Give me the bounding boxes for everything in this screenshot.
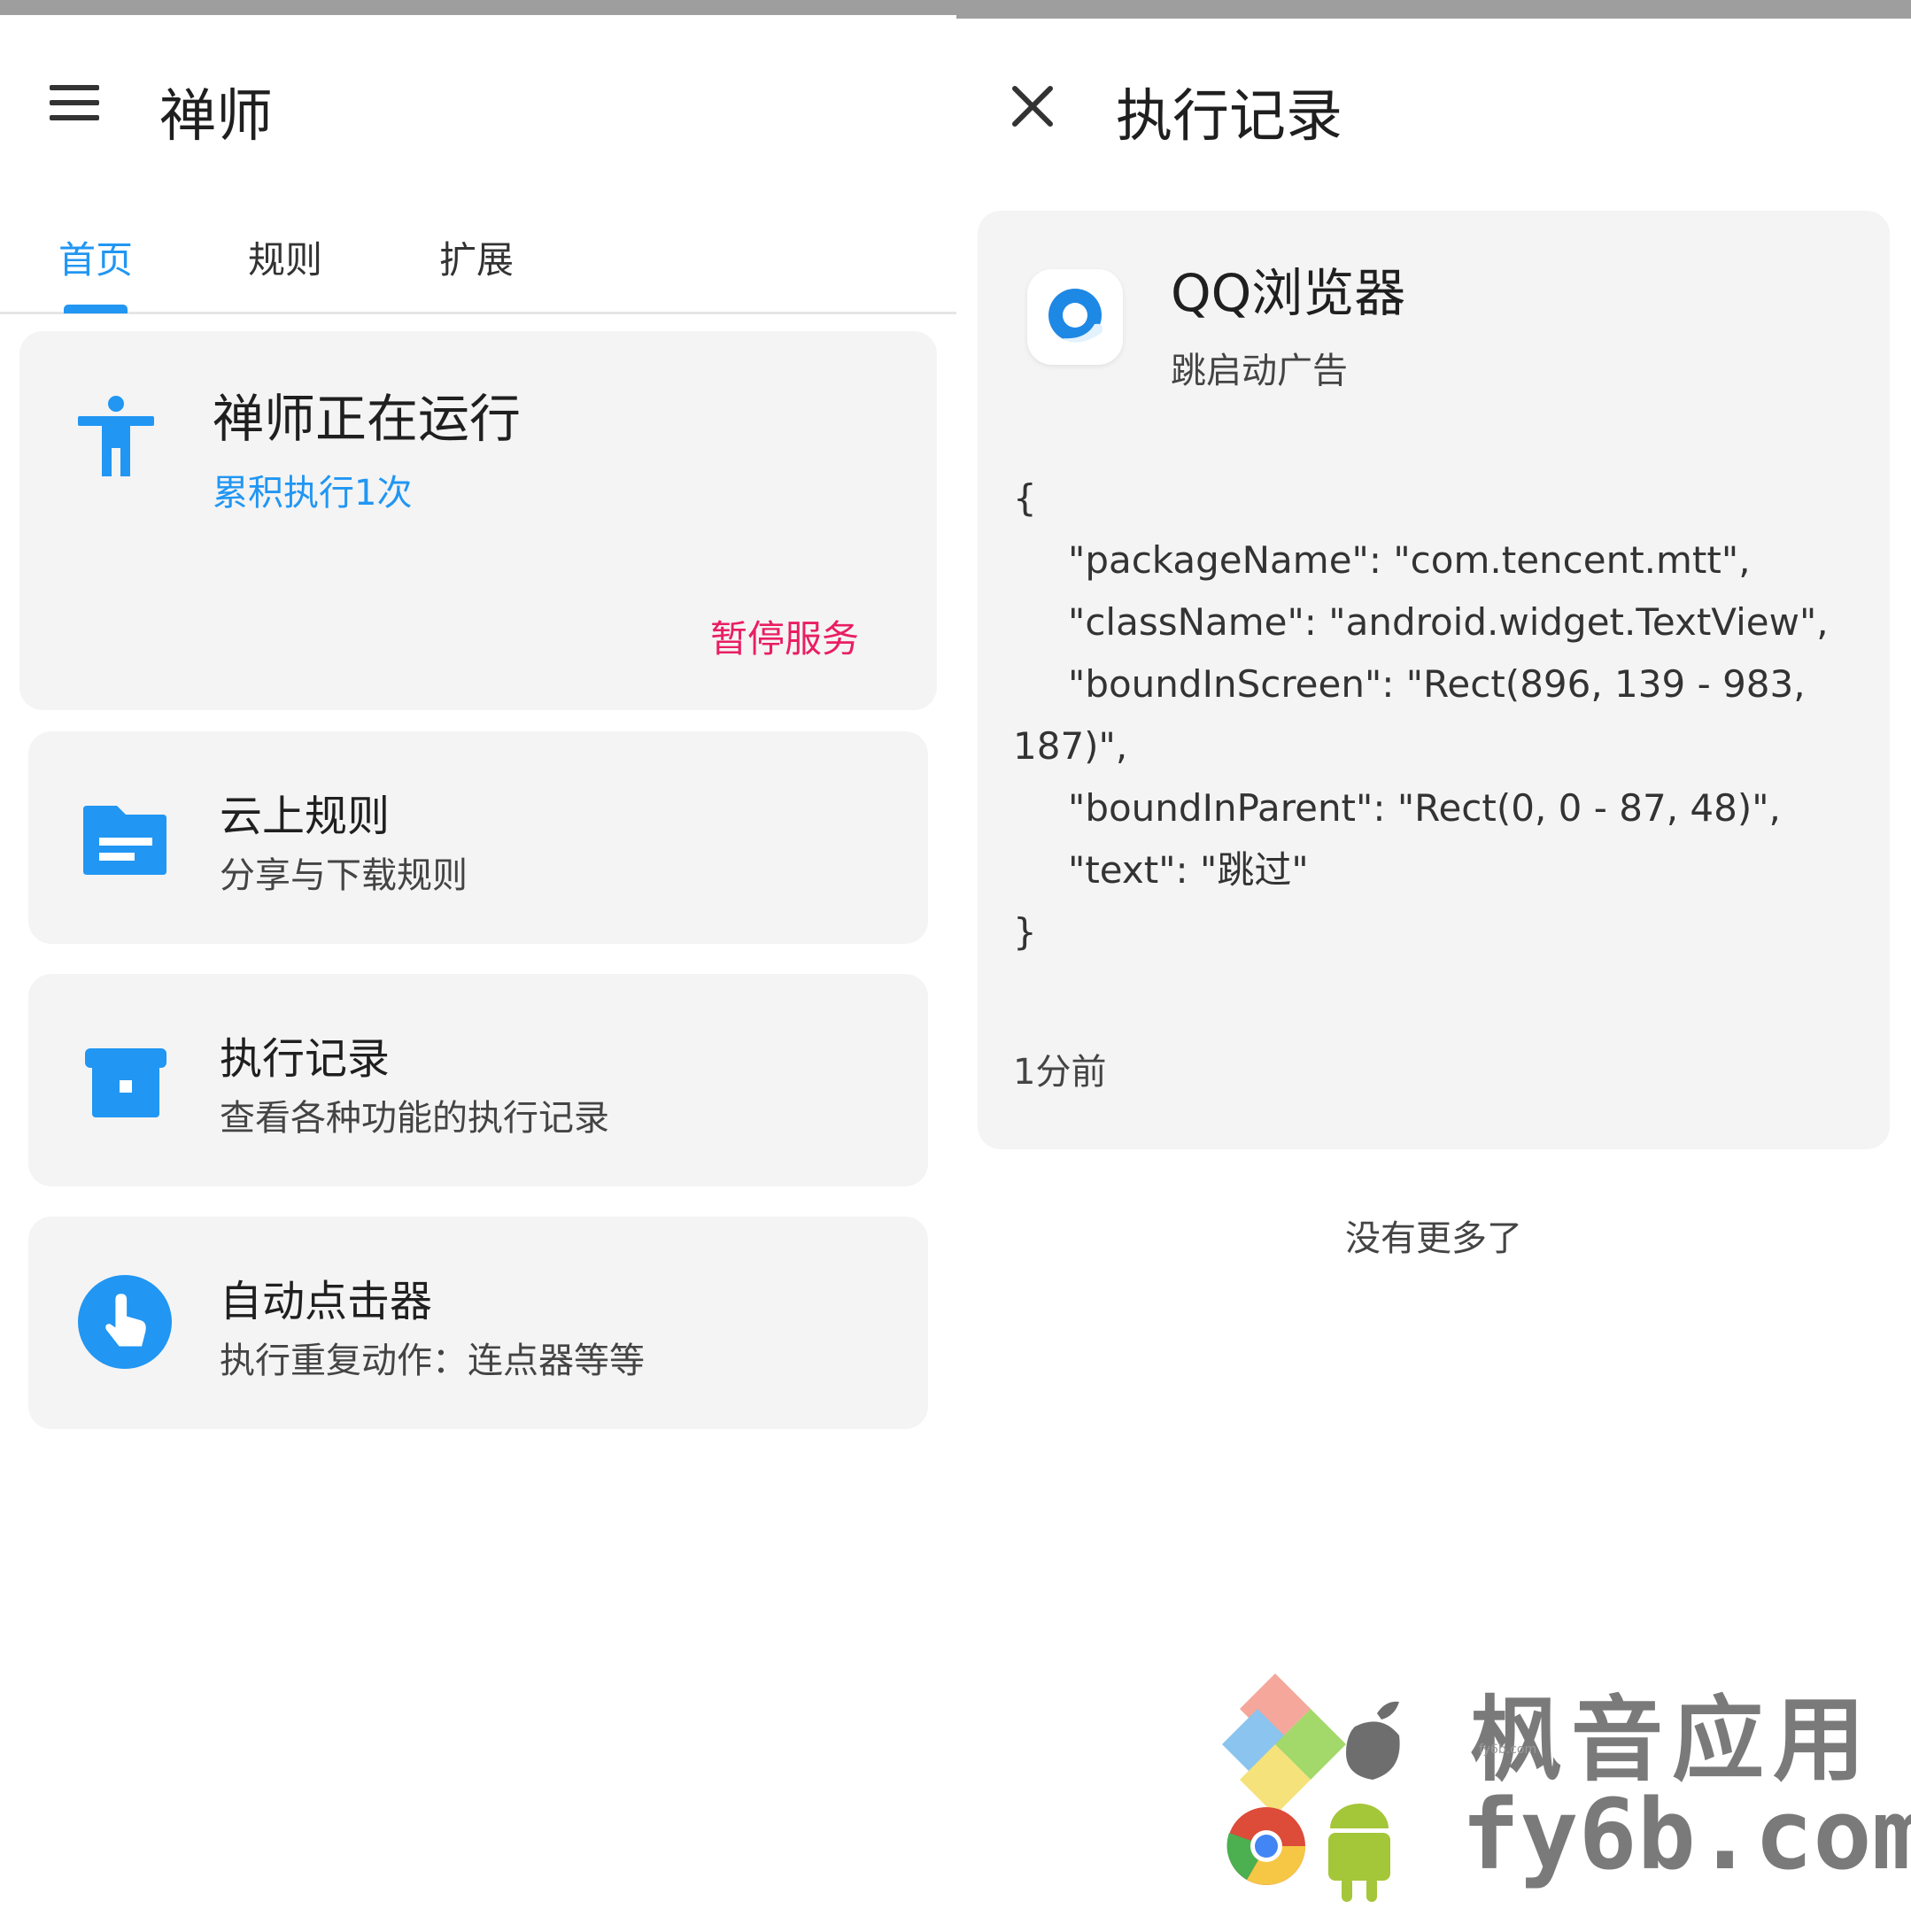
execution-log-subtitle: 查看各种功能的执行记录: [220, 1098, 609, 1139]
watermark-logo-icon: [1222, 1673, 1400, 1902]
watermark-small-text: fy6b.com: [1479, 1743, 1537, 1757]
no-more-label: 没有更多了: [1345, 1218, 1522, 1259]
status-bar: [956, 0, 1911, 19]
rule-action: 跳启动广告: [1171, 351, 1348, 391]
status-bar: [0, 0, 956, 15]
cloud-rules-card[interactable]: 云上规则 分享与下载规则: [28, 731, 928, 944]
qq-browser-app-icon: [1027, 269, 1123, 365]
code-line: "boundInScreen": "Rect(896, 139 - 983,: [1068, 662, 1806, 706]
archive-icon: [85, 1048, 166, 1117]
auto-clicker-subtitle: 执行重复动作：连点器等等: [220, 1341, 645, 1381]
tab-indicator: [64, 305, 128, 313]
code-line: }: [1013, 910, 1037, 954]
code-line: "text": "跳过": [1068, 848, 1309, 892]
auto-clicker-title: 自动点击器: [220, 1277, 433, 1326]
execution-record-card: QQ浏览器 跳启动广告 { "packageName": "com.tencen…: [978, 211, 1890, 1149]
execution-log-screen: 执行记录 QQ浏览器 跳启动广告 { "packageName": "com.t…: [956, 0, 1911, 1932]
status-title: 禅师正在运行: [213, 389, 522, 449]
execution-count: 累积执行1次: [213, 473, 413, 514]
code-line: "className": "android.widget.TextView",: [1068, 600, 1829, 644]
cloud-rules-subtitle: 分享与下载规则: [220, 855, 468, 896]
code-line: 187)",: [1013, 724, 1128, 768]
execution-log-card[interactable]: 执行记录 查看各种功能的执行记录: [28, 974, 928, 1186]
record-detail-json: { "packageName": "com.tencent.mtt", "cla…: [1013, 468, 1863, 963]
code-line: {: [1013, 476, 1037, 520]
touch-icon: [78, 1275, 172, 1369]
app-title: 禅师: [159, 84, 273, 150]
home-screen: 禅师 首页 规则 扩展 禅师正在运行 累积执行1次 暂停服务 云上规则 分享与下…: [0, 0, 956, 1932]
watermark: 枫音应用 fy6b.com fy6b.com: [1222, 1665, 1911, 1913]
page-title: 执行记录: [1116, 84, 1342, 150]
watermark-domain: fy6b.com: [1461, 1778, 1911, 1891]
tab-home[interactable]: 首页: [58, 230, 133, 284]
tab-bar: 首页 规则 扩展: [0, 213, 956, 314]
pause-service-button[interactable]: 暂停服务: [710, 609, 859, 663]
folder-icon: [83, 806, 166, 875]
code-line: "boundInParent": "Rect(0, 0 - 87, 48)",: [1068, 786, 1781, 830]
auto-clicker-card[interactable]: 自动点击器 执行重复动作：连点器等等: [28, 1217, 928, 1429]
hamburger-menu-icon[interactable]: [50, 85, 99, 120]
accessibility-icon: [78, 396, 154, 476]
tab-rules[interactable]: 规则: [248, 230, 322, 284]
execution-log-title: 执行记录: [220, 1034, 391, 1084]
code-line: "packageName": "com.tencent.mtt",: [1068, 538, 1751, 582]
record-timestamp: 1分前: [1013, 1052, 1107, 1093]
cloud-rules-title: 云上规则: [220, 792, 391, 841]
tab-extensions[interactable]: 扩展: [439, 230, 514, 284]
app-name: QQ浏览器: [1171, 263, 1406, 323]
service-status-card: 禅师正在运行 累积执行1次 暂停服务: [19, 331, 937, 710]
qq-browser-logo-icon: [1048, 289, 1102, 343]
close-icon[interactable]: [1011, 85, 1054, 128]
